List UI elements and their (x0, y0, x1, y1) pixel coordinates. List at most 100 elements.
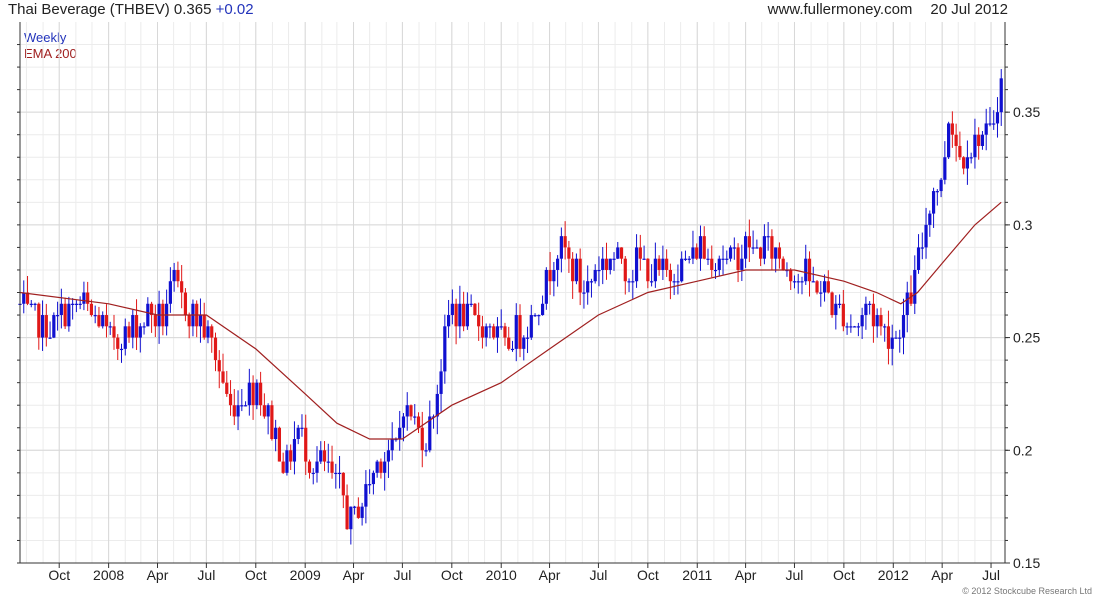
candle (556, 255, 560, 287)
candle-body (138, 326, 142, 338)
candle (74, 300, 78, 313)
candle-body (913, 269, 917, 304)
x-tick-label: Apr (343, 567, 365, 583)
candle-body (619, 247, 624, 259)
candle (796, 273, 800, 294)
candle (33, 302, 37, 311)
candle-body (507, 337, 511, 349)
candle-body (277, 427, 282, 462)
candle (672, 273, 676, 296)
candle (375, 459, 379, 478)
candle (698, 225, 703, 271)
x-tick-label: 2008 (93, 567, 124, 583)
candle (518, 304, 522, 358)
candle-body (420, 427, 424, 451)
candle (409, 404, 413, 421)
candle-body (89, 303, 94, 316)
candle-body (657, 258, 661, 270)
candle-body (770, 236, 774, 259)
candle (706, 248, 710, 266)
candle-body (935, 191, 939, 193)
candle (251, 375, 255, 420)
candle-body (879, 315, 883, 327)
candle (687, 255, 691, 264)
candle (221, 353, 225, 385)
grid (20, 22, 1005, 564)
x-tick-label: Jul (786, 567, 804, 583)
candle (44, 303, 48, 347)
candle (202, 302, 206, 340)
candle-body (473, 303, 477, 316)
candle (507, 326, 511, 351)
candle-body (638, 247, 642, 259)
candle-body (574, 258, 579, 282)
candle (172, 262, 176, 292)
candle-body (871, 303, 876, 327)
candle-body (187, 315, 191, 327)
candle (240, 388, 244, 412)
candle-body (728, 247, 733, 259)
candle-body (980, 134, 985, 146)
candle-body (792, 281, 797, 283)
candle-body (901, 315, 906, 338)
candle-body (180, 281, 184, 293)
candle-body (337, 472, 342, 475)
candle-body (713, 269, 718, 272)
candle-body (931, 191, 936, 214)
candle (950, 111, 954, 148)
candle-body (240, 405, 244, 407)
candle (676, 264, 680, 295)
candle-body (578, 258, 582, 293)
candle (48, 321, 52, 339)
candle (623, 256, 627, 295)
candle-body (789, 269, 793, 282)
candle-body (443, 326, 447, 372)
candle (337, 455, 342, 489)
candle (488, 323, 492, 339)
candle-body (702, 236, 706, 259)
candle-body (725, 258, 729, 260)
x-tick-label: Oct (245, 567, 267, 583)
candle (165, 289, 169, 336)
candle-body (202, 315, 206, 338)
candle-body (631, 281, 635, 283)
candle (969, 152, 973, 164)
candle (574, 253, 579, 285)
candle-body (612, 258, 616, 260)
x-tick-label: Jul (982, 567, 1000, 583)
candle (834, 295, 838, 330)
x-tick-label: Apr (147, 567, 169, 583)
candle-body (586, 281, 590, 293)
candle (552, 261, 556, 297)
candle (356, 497, 360, 519)
candle (593, 264, 597, 284)
candle-body (477, 315, 481, 327)
candle (627, 278, 631, 293)
candle (789, 268, 793, 291)
candle (837, 294, 842, 309)
candle-body (597, 269, 601, 272)
candle (371, 470, 375, 495)
candle-body (379, 461, 383, 473)
candle (792, 275, 797, 289)
candle (281, 452, 285, 474)
candle-body (680, 258, 684, 282)
candle (78, 296, 82, 310)
candle-body (488, 326, 492, 328)
candle (146, 297, 150, 327)
candle-body (860, 315, 864, 327)
candle-body (556, 258, 560, 270)
candle-body (837, 303, 842, 305)
candle (604, 242, 609, 280)
candle-body (232, 405, 236, 417)
candle-body (63, 303, 67, 327)
candle (815, 280, 819, 295)
candle (67, 296, 71, 332)
candle-body (947, 123, 951, 158)
candle (947, 121, 951, 160)
candle-body (247, 382, 251, 406)
candle (153, 304, 157, 338)
candle (732, 237, 736, 260)
candle-body (804, 258, 808, 282)
candle (341, 472, 345, 509)
